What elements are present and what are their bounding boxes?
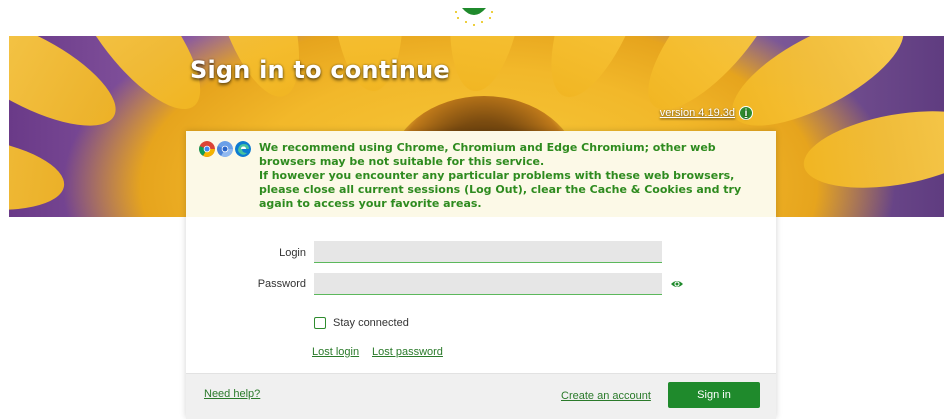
notice-line-1: We recommend using Chrome, Chromium and … [259,141,716,168]
eye-icon[interactable] [670,277,684,291]
version-link[interactable]: version 4.19.3d i [660,106,753,120]
login-card: We recommend using Chrome, Chromium and … [186,131,776,419]
chrome-icon [199,141,215,157]
edge-icon [235,141,251,157]
browser-icons [199,141,251,157]
need-help-link[interactable]: Need help? [204,388,260,400]
lost-password-link[interactable]: Lost password [372,346,443,358]
sign-in-button[interactable]: Sign in [668,382,760,408]
stay-connected-label: Stay connected [333,317,409,329]
chromium-icon [217,141,233,157]
notice-text: We recommend using Chrome, Chromium and … [259,141,764,211]
login-input[interactable] [314,241,662,263]
browser-notice: We recommend using Chrome, Chromium and … [186,131,776,217]
password-input[interactable] [314,273,662,295]
page-title: Sign in to continue [190,56,450,84]
logo-icon [455,8,493,26]
card-footer: Need help? Create an account Sign in [186,373,776,419]
login-label: Login [279,247,306,259]
stay-connected-checkbox[interactable] [314,317,326,329]
info-icon[interactable]: i [739,106,753,120]
stay-connected[interactable]: Stay connected [314,317,409,329]
password-label: Password [257,278,306,290]
version-text: version 4.19.3d [659,107,735,119]
create-account-link[interactable]: Create an account [561,390,651,402]
lost-login-link[interactable]: Lost login [312,346,359,358]
notice-line-2: If however you encounter any particular … [259,169,742,210]
